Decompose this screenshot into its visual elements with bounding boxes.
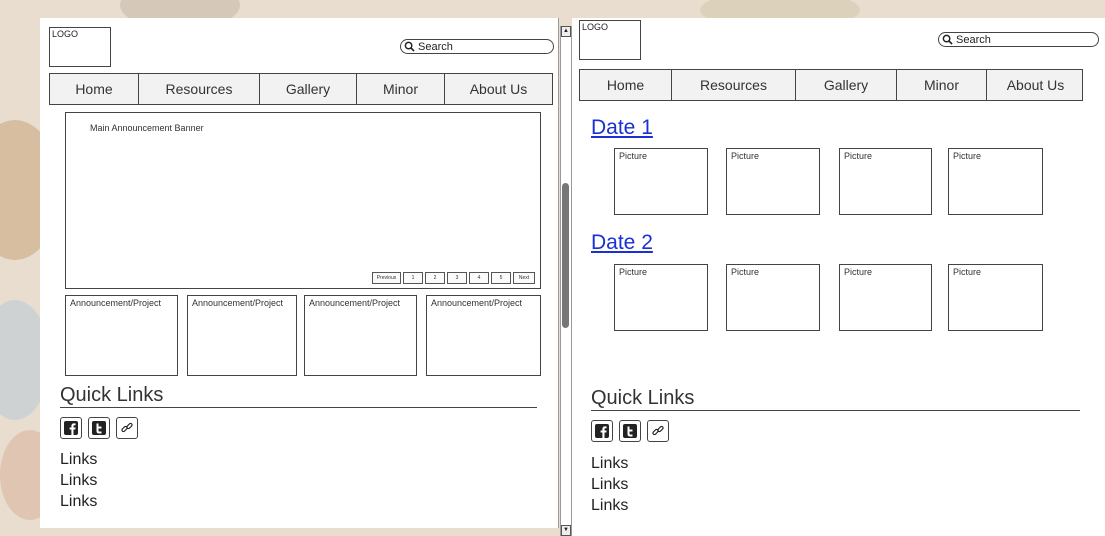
twitter-icon[interactable] [88,417,110,439]
quick-links-title: Quick Links [60,384,164,406]
nav-home[interactable]: Home [50,74,139,104]
link-icon[interactable] [647,420,669,442]
links-list: Links Links Links [591,453,628,516]
scroll-up-arrow[interactable]: ▲ [561,26,571,37]
picture-thumbnail[interactable]: Picture [839,148,932,215]
nav-minor[interactable]: Minor [357,74,445,104]
logo[interactable]: LOGO [579,20,641,60]
search-placeholder: Search [956,33,991,46]
announcement-card[interactable]: Announcement/Project [187,295,297,376]
search-icon [942,34,953,45]
nav-about-us[interactable]: About Us [987,70,1084,100]
pager-previous[interactable]: Previous [372,272,401,284]
scroll-down-arrow[interactable]: ▼ [561,525,571,536]
announcement-card[interactable]: Announcement/Project [304,295,417,376]
link-item[interactable]: Links [591,453,628,474]
date-link[interactable]: Date 2 [591,231,653,255]
picture-thumbnail[interactable]: Picture [726,264,820,331]
pager-page-3[interactable]: 3 [447,272,467,284]
scrollbar[interactable]: ▲ ▼ [560,26,572,536]
home-page-mockup: LOGO Search Home Resources Gallery Minor… [40,18,559,528]
banner-pagination: Previous 1 2 3 4 5 Next [372,272,535,284]
main-announcement-banner[interactable]: Main Announcement Banner Previous 1 2 3 … [65,112,541,289]
search-input[interactable]: Search [400,39,554,54]
logo[interactable]: LOGO [49,27,111,67]
gallery-page-mockup: LOGO Search Home Resources Gallery Minor… [572,18,1105,536]
divider [591,410,1080,411]
facebook-icon[interactable] [591,420,613,442]
picture-thumbnail[interactable]: Picture [726,148,820,215]
main-nav: Home Resources Gallery Minor About Us [579,69,1083,101]
announcement-card[interactable]: Announcement/Project [426,295,541,376]
picture-thumbnail[interactable]: Picture [948,264,1043,331]
twitter-icon[interactable] [619,420,641,442]
pager-page-1[interactable]: 1 [403,272,423,284]
link-item[interactable]: Links [60,491,97,512]
search-placeholder: Search [418,40,453,53]
scroll-thumb[interactable] [562,183,569,328]
social-icons [591,420,669,442]
pager-page-5[interactable]: 5 [491,272,511,284]
divider [60,407,537,408]
picture-thumbnail[interactable]: Picture [839,264,932,331]
date-link[interactable]: Date 1 [591,116,653,140]
facebook-icon[interactable] [60,417,82,439]
nav-resources[interactable]: Resources [139,74,260,104]
link-item[interactable]: Links [60,449,97,470]
picture-thumbnail[interactable]: Picture [948,148,1043,215]
nav-resources[interactable]: Resources [672,70,796,100]
pager-page-2[interactable]: 2 [425,272,445,284]
search-input[interactable]: Search [938,32,1099,47]
nav-about-us[interactable]: About Us [445,74,552,104]
banner-label: Main Announcement Banner [90,123,204,133]
main-nav: Home Resources Gallery Minor About Us [49,73,553,105]
pager-page-4[interactable]: 4 [469,272,489,284]
nav-minor[interactable]: Minor [897,70,987,100]
nav-gallery[interactable]: Gallery [796,70,897,100]
pager-next[interactable]: Next [513,272,535,284]
nav-gallery[interactable]: Gallery [260,74,357,104]
announcement-card[interactable]: Announcement/Project [65,295,178,376]
picture-thumbnail[interactable]: Picture [614,264,708,331]
link-item[interactable]: Links [591,474,628,495]
picture-thumbnail[interactable]: Picture [614,148,708,215]
link-item[interactable]: Links [591,495,628,516]
links-list: Links Links Links [60,449,97,512]
link-icon[interactable] [116,417,138,439]
search-icon [404,41,415,52]
nav-home[interactable]: Home [580,70,672,100]
link-item[interactable]: Links [60,470,97,491]
social-icons [60,417,138,439]
quick-links-title: Quick Links [591,387,695,409]
